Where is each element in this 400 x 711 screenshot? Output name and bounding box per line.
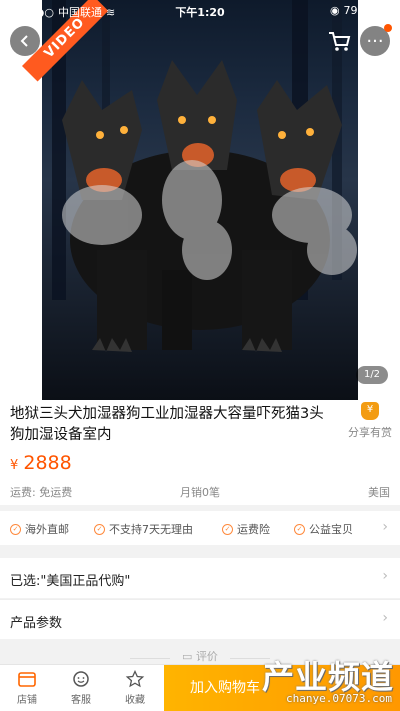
battery-percent: 79%: [343, 4, 368, 17]
product-image-carousel[interactable]: VIDEO 1/2: [0, 0, 400, 400]
service-label: 客服: [71, 695, 91, 706]
status-right: ◉ 79%: [330, 4, 394, 17]
notification-dot: [384, 24, 392, 32]
check-icon: ✓: [10, 523, 21, 535]
service-guarantees[interactable]: ✓ 海外直邮 ✓ 不支持7天无理由 ✓ 运费险 ✓ 公益宝贝 ›: [0, 511, 400, 545]
chevron-right-icon: ›: [382, 519, 388, 535]
product-params-label: 产品参数: [10, 616, 63, 631]
service-item: ✓ 不支持7天无理由: [94, 521, 193, 537]
customer-service-tab[interactable]: 客服: [56, 669, 106, 706]
service-item: ✓ 海外直邮: [10, 521, 69, 537]
service-label: 海外直邮: [25, 523, 69, 536]
service-item: ✓ 运费险: [222, 521, 270, 537]
chevron-left-icon: [20, 35, 28, 47]
cart-icon[interactable]: [326, 28, 352, 54]
back-button[interactable]: [10, 26, 40, 56]
product-params-row[interactable]: 产品参数 ›: [0, 599, 400, 639]
comment-icon: ▭: [182, 650, 196, 663]
image-page-indicator: 1/2: [356, 366, 388, 384]
store-label: 店铺: [17, 695, 37, 706]
product-meta: 运费: 免运费 月销0笔 美国: [0, 484, 400, 500]
check-icon: ✓: [294, 523, 305, 535]
service-label: 公益宝贝: [309, 523, 353, 536]
share-label: 分享有赏: [348, 426, 392, 439]
favorite-label: 收藏: [125, 695, 145, 706]
service-face-icon: [56, 669, 106, 689]
selected-option-label: 已选:"美国正品代购": [10, 574, 131, 589]
service-label: 运费险: [237, 523, 270, 536]
product-page: VIDEO 1/2 ●●●●○ 中国联通 ≋ 下午1:20 ◉ 79% ··· …: [0, 0, 400, 711]
product-title: 地狱三头犬加湿器狗工业加湿器大容量吓死猫3头狗加湿设备室内: [10, 406, 324, 443]
check-icon: ✓: [222, 523, 233, 535]
status-bar: ●●●●○ 中国联通 ≋ 下午1:20 ◉ 79%: [0, 0, 400, 20]
product-price: ¥ 2888: [10, 452, 72, 474]
currency-symbol: ¥: [10, 458, 19, 473]
more-icon: ···: [366, 30, 384, 52]
money-bag-icon: [361, 402, 379, 420]
chevron-right-icon: ›: [382, 610, 388, 626]
shipping-info: 运费: 免运费: [10, 486, 73, 499]
check-icon: ✓: [94, 523, 105, 535]
battery-icon: [372, 5, 394, 16]
favorite-tab[interactable]: 收藏: [110, 669, 160, 706]
store-icon: [2, 669, 52, 689]
watermark-url: chanye.07073.com: [286, 692, 392, 705]
site-watermark: 产业频道 chanye.07073.com: [240, 652, 398, 710]
share-reward-button[interactable]: 分享有赏: [342, 402, 398, 440]
store-tab[interactable]: 店铺: [2, 669, 52, 706]
selected-option-row[interactable]: 已选:"美国正品代购" ›: [0, 558, 400, 598]
price-value: 2888: [23, 452, 72, 474]
location-icon: ◉: [329, 4, 340, 17]
product-photo: [42, 0, 358, 400]
star-icon: [110, 669, 160, 689]
chevron-right-icon: ›: [382, 568, 388, 584]
ship-origin: 美国: [368, 486, 390, 499]
product-info: 地狱三头犬加湿器狗工业加湿器大容量吓死猫3头狗加湿设备室内 分享有赏 ¥ 288…: [0, 400, 400, 505]
three-headed-dog-illustration: [52, 0, 357, 352]
monthly-sales: 月销0笔: [180, 486, 220, 499]
service-item: ✓ 公益宝贝: [294, 521, 353, 537]
review-label: 评价: [195, 650, 218, 663]
service-label: 不支持7天无理由: [109, 523, 193, 536]
